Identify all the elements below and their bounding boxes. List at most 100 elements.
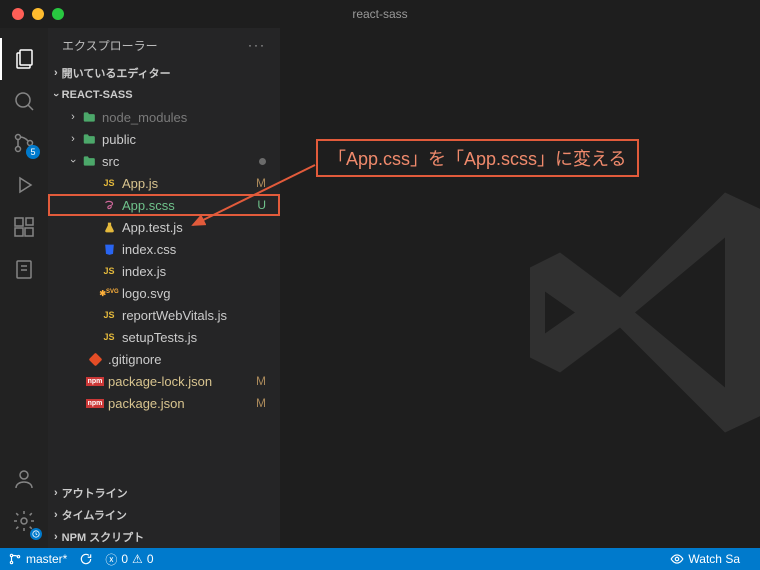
chevron-right-icon: › <box>54 531 58 543</box>
chevron-right-icon: › <box>54 509 58 521</box>
sass-file-icon <box>100 198 118 212</box>
outline-section[interactable]: › アウトライン <box>48 482 280 504</box>
file-index-css[interactable]: index.css <box>48 238 280 260</box>
js-file-icon: JS <box>100 310 118 320</box>
test-file-icon <box>100 221 118 234</box>
sync-icon <box>79 552 93 566</box>
file-app-scss[interactable]: App.scss U <box>48 194 280 216</box>
file-app-test-js[interactable]: App.test.js <box>48 216 280 238</box>
folder-dirty-dot-icon <box>259 158 266 165</box>
folder-src[interactable]: › src <box>48 150 280 172</box>
status-bar: master* ⓧ 0 ⚠ 0 Watch Sa <box>0 548 760 570</box>
close-window-button[interactable] <box>12 8 24 20</box>
git-modified-badge: M <box>256 374 266 388</box>
warning-count: 0 <box>147 552 154 566</box>
timeline-label: タイムライン <box>62 507 127 523</box>
search-activity-icon[interactable] <box>0 80 48 122</box>
folder-label: node_modules <box>102 110 187 125</box>
git-modified-badge: M <box>256 176 266 190</box>
warning-icon: ⚠ <box>132 552 143 566</box>
titlebar: react-sass <box>0 0 760 28</box>
explorer-more-button[interactable]: ··· <box>248 38 266 52</box>
sync-status[interactable] <box>79 552 93 566</box>
eye-icon <box>670 552 684 566</box>
scm-badge: 5 <box>26 145 40 159</box>
chevron-down-icon: › <box>67 154 79 168</box>
project-label: REACT-SASS <box>62 89 133 101</box>
chevron-right-icon: › <box>66 111 80 123</box>
window-controls <box>0 8 64 20</box>
file-label: .gitignore <box>108 352 161 367</box>
settings-activity-icon[interactable] <box>0 500 48 542</box>
file-label: index.css <box>122 242 176 257</box>
annotation-text: 「App.css」を「App.scss」に変える <box>318 141 637 175</box>
file-gitignore[interactable]: .gitignore <box>48 348 280 370</box>
gitignore-file-icon <box>86 353 104 366</box>
file-report-web-vitals[interactable]: JS reportWebVitals.js <box>48 304 280 326</box>
file-label: logo.svg <box>122 286 170 301</box>
folder-label: src <box>102 154 119 169</box>
outline-label: アウトライン <box>62 485 128 501</box>
notes-activity-icon[interactable] <box>0 248 48 290</box>
error-count: 0 <box>121 552 128 566</box>
file-logo-svg[interactable]: ✱SVG logo.svg <box>48 282 280 304</box>
error-icon: ⓧ <box>105 551 117 568</box>
file-label: App.test.js <box>122 220 183 235</box>
css-file-icon <box>100 243 118 256</box>
file-label: package-lock.json <box>108 374 212 389</box>
chevron-down-icon: › <box>50 93 62 97</box>
file-package-json[interactable]: npm package.json M <box>48 392 280 414</box>
debug-activity-icon[interactable] <box>0 164 48 206</box>
file-package-lock[interactable]: npm package-lock.json M <box>48 370 280 392</box>
explorer-activity-icon[interactable] <box>0 38 48 80</box>
file-setup-tests[interactable]: JS setupTests.js <box>48 326 280 348</box>
settings-sync-badge-icon <box>30 528 42 540</box>
git-modified-badge: M <box>256 396 266 410</box>
explorer-sidebar: エクスプローラー ··· › 開いているエディター › REACT-SASS ›… <box>48 28 280 548</box>
annotation-callout: 「App.css」を「App.scss」に変える <box>316 139 639 177</box>
activity-bar: 5 <box>0 28 48 548</box>
minimize-window-button[interactable] <box>32 8 44 20</box>
js-file-icon: JS <box>100 332 118 342</box>
file-label: package.json <box>108 396 185 411</box>
folder-icon <box>80 132 98 146</box>
folder-label: public <box>102 132 136 147</box>
npm-scripts-label: NPM スクリプト <box>62 529 145 545</box>
file-label: App.scss <box>122 198 175 213</box>
file-label: index.js <box>122 264 166 279</box>
file-label: App.js <box>122 176 158 191</box>
accounts-activity-icon[interactable] <box>0 458 48 500</box>
file-index-js[interactable]: JS index.js <box>48 260 280 282</box>
folder-icon <box>80 154 98 168</box>
branch-icon <box>8 552 22 566</box>
file-tree: › node_modules › public › src <box>48 106 280 482</box>
file-label: setupTests.js <box>122 330 197 345</box>
chevron-right-icon: › <box>54 487 58 499</box>
explorer-title: エクスプローラー <box>62 37 158 54</box>
git-untracked-badge: U <box>257 198 266 212</box>
vscode-watermark-icon <box>500 163 760 466</box>
folder-public[interactable]: › public <box>48 128 280 150</box>
js-file-icon: JS <box>100 178 118 188</box>
chevron-right-icon: › <box>66 133 80 145</box>
file-app-js[interactable]: JS App.js M <box>48 172 280 194</box>
watch-sass-status[interactable]: Watch Sa <box>670 552 740 566</box>
npm-file-icon: npm <box>86 399 104 408</box>
file-label: reportWebVitals.js <box>122 308 227 323</box>
open-editors-label: 開いているエディター <box>62 65 171 81</box>
open-editors-section[interactable]: › 開いているエディター <box>48 62 280 84</box>
window-title: react-sass <box>352 7 407 21</box>
maximize-window-button[interactable] <box>52 8 64 20</box>
problems-status[interactable]: ⓧ 0 ⚠ 0 <box>105 551 153 568</box>
svg-file-icon: ✱SVG <box>100 289 118 298</box>
watch-sass-label: Watch Sa <box>688 552 740 566</box>
js-file-icon: JS <box>100 266 118 276</box>
scm-activity-icon[interactable]: 5 <box>0 122 48 164</box>
timeline-section[interactable]: › タイムライン <box>48 504 280 526</box>
branch-name: master* <box>26 552 67 566</box>
folder-node-modules[interactable]: › node_modules <box>48 106 280 128</box>
branch-status[interactable]: master* <box>8 552 67 566</box>
extensions-activity-icon[interactable] <box>0 206 48 248</box>
npm-scripts-section[interactable]: › NPM スクリプト <box>48 526 280 548</box>
project-section[interactable]: › REACT-SASS <box>48 84 280 106</box>
